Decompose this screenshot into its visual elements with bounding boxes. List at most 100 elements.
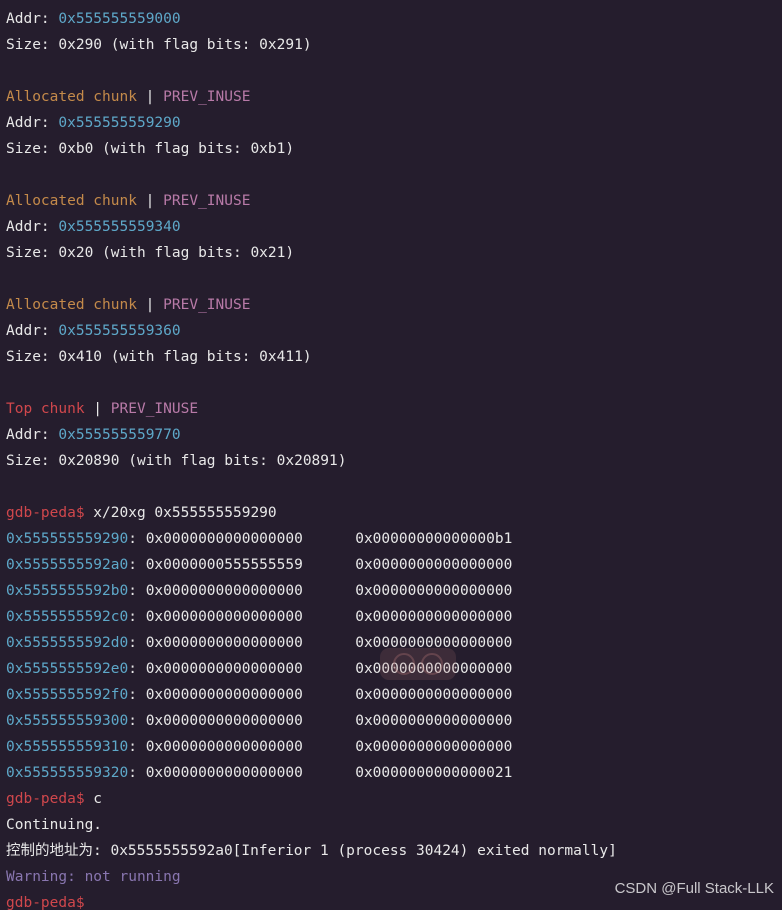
blank-line (6, 375, 15, 391)
dump-value-0: 0x0000000000000000 (146, 661, 303, 677)
output-line (6, 266, 776, 292)
prev-inuse-flag: PREV_INUSE (163, 89, 250, 105)
output-line: 0x5555555592a0: 0x0000000555555559 0x000… (6, 552, 776, 578)
dump-value-0: 0x0000000555555559 (146, 557, 303, 573)
prev-inuse-flag: PREV_INUSE (163, 193, 250, 209)
output-line: Size: 0x20 (with flag bits: 0x21) (6, 240, 776, 266)
output-line: 0x5555555592d0: 0x0000000000000000 0x000… (6, 630, 776, 656)
size-label: Size: (6, 141, 58, 157)
output-line: Allocated chunk | PREV_INUSE (6, 188, 776, 214)
gdb-prompt[interactable]: gdb-peda$ (6, 895, 85, 910)
gdb-command: x/20xg 0x555555559290 (85, 505, 277, 521)
addr-value: 0x555555559340 (58, 219, 180, 235)
dump-address: 0x5555555592d0 (6, 635, 128, 651)
dump-value-0: 0x0000000000000000 (146, 713, 303, 729)
output-line: 0x5555555592b0: 0x0000000000000000 0x000… (6, 578, 776, 604)
output-line: Size: 0x290 (with flag bits: 0x291) (6, 32, 776, 58)
dump-gap (303, 739, 355, 755)
blank-line (6, 271, 15, 287)
output-line: Top chunk | PREV_INUSE (6, 396, 776, 422)
dump-address: 0x555555559300 (6, 713, 128, 729)
prev-inuse-flag: PREV_INUSE (163, 297, 250, 313)
addr-value: 0x555555559000 (58, 11, 180, 27)
dump-value-1: 0x00000000000000b1 (355, 531, 512, 547)
pipe-sep: | (137, 89, 163, 105)
dump-sep: : (128, 557, 145, 573)
dump-value-1: 0x0000000000000000 (355, 661, 512, 677)
top-chunk-label: Top chunk (6, 401, 85, 417)
dump-value-0: 0x0000000000000000 (146, 583, 303, 599)
output-line: Size: 0x410 (with flag bits: 0x411) (6, 344, 776, 370)
dump-address: 0x5555555592a0 (6, 557, 128, 573)
continuing-text: Continuing. (6, 817, 102, 833)
dump-value-0: 0x0000000000000000 (146, 609, 303, 625)
output-line: Addr: 0x555555559290 (6, 110, 776, 136)
dump-value-0: 0x0000000000000000 (146, 531, 303, 547)
blank-line (6, 63, 15, 79)
dump-value-1: 0x0000000000000000 (355, 687, 512, 703)
dump-value-0: 0x0000000000000000 (146, 635, 303, 651)
output-line: 0x555555559300: 0x0000000000000000 0x000… (6, 708, 776, 734)
dump-sep: : (128, 635, 145, 651)
dump-address: 0x5555555592b0 (6, 583, 128, 599)
output-line: 0x555555559290: 0x0000000000000000 0x000… (6, 526, 776, 552)
dump-sep: : (128, 531, 145, 547)
dump-sep: : (128, 609, 145, 625)
allocated-chunk-label: Allocated chunk (6, 193, 137, 209)
dump-sep: : (128, 765, 145, 781)
dump-address: 0x555555559320 (6, 765, 128, 781)
output-line: Size: 0xb0 (with flag bits: 0xb1) (6, 136, 776, 162)
dump-gap (303, 661, 355, 677)
dump-gap (303, 609, 355, 625)
dump-gap (303, 557, 355, 573)
output-line: Addr: 0x555555559340 (6, 214, 776, 240)
dump-address: 0x5555555592c0 (6, 609, 128, 625)
dump-address: 0x555555559290 (6, 531, 128, 547)
output-line (6, 162, 776, 188)
blank-line (6, 167, 15, 183)
dump-value-1: 0x0000000000000000 (355, 635, 512, 651)
dump-value-1: 0x0000000000000021 (355, 765, 512, 781)
output-line: 0x5555555592f0: 0x0000000000000000 0x000… (6, 682, 776, 708)
dump-address: 0x5555555592e0 (6, 661, 128, 677)
output-line (6, 474, 776, 500)
dump-gap (303, 583, 355, 599)
output-line: Addr: 0x555555559770 (6, 422, 776, 448)
addr-value: 0x555555559360 (58, 323, 180, 339)
prev-inuse-flag: PREV_INUSE (111, 401, 198, 417)
pipe-sep: | (137, 193, 163, 209)
output-line: Addr: 0x555555559000 (6, 6, 776, 32)
addr-value: 0x555555559770 (58, 427, 180, 443)
terminal-output[interactable]: Addr: 0x555555559000Size: 0x290 (with fl… (0, 0, 782, 910)
gdb-prompt[interactable]: gdb-peda$ (6, 791, 85, 807)
output-line: 0x5555555592e0: 0x0000000000000000 0x000… (6, 656, 776, 682)
output-line: 0x5555555592c0: 0x0000000000000000 0x000… (6, 604, 776, 630)
output-line: Allocated chunk | PREV_INUSE (6, 84, 776, 110)
dump-gap (303, 713, 355, 729)
size-label: Size: (6, 349, 58, 365)
dump-value-1: 0x0000000000000000 (355, 609, 512, 625)
output-line (6, 58, 776, 84)
output-line: Addr: 0x555555559360 (6, 318, 776, 344)
dump-gap (303, 765, 355, 781)
dump-value-0: 0x0000000000000000 (146, 739, 303, 755)
output-line: Continuing. (6, 812, 776, 838)
output-line: 0x555555559310: 0x0000000000000000 0x000… (6, 734, 776, 760)
dump-value-1: 0x0000000000000000 (355, 557, 512, 573)
output-line: 0x555555559320: 0x0000000000000000 0x000… (6, 760, 776, 786)
output-line (6, 370, 776, 396)
output-line: Warning: not running (6, 864, 776, 890)
allocated-chunk-label: Allocated chunk (6, 297, 137, 313)
output-line: Allocated chunk | PREV_INUSE (6, 292, 776, 318)
output-line: gdb-peda$ (6, 890, 776, 910)
pipe-sep: | (85, 401, 111, 417)
size-value: 0x290 (with flag bits: 0x291) (58, 37, 311, 53)
dump-value-0: 0x0000000000000000 (146, 765, 303, 781)
dump-sep: : (128, 739, 145, 755)
blank-line (6, 479, 15, 495)
gdb-prompt[interactable]: gdb-peda$ (6, 505, 85, 521)
size-label: Size: (6, 245, 58, 261)
output-line: gdb-peda$ x/20xg 0x555555559290 (6, 500, 776, 526)
allocated-chunk-label: Allocated chunk (6, 89, 137, 105)
dump-gap (303, 687, 355, 703)
